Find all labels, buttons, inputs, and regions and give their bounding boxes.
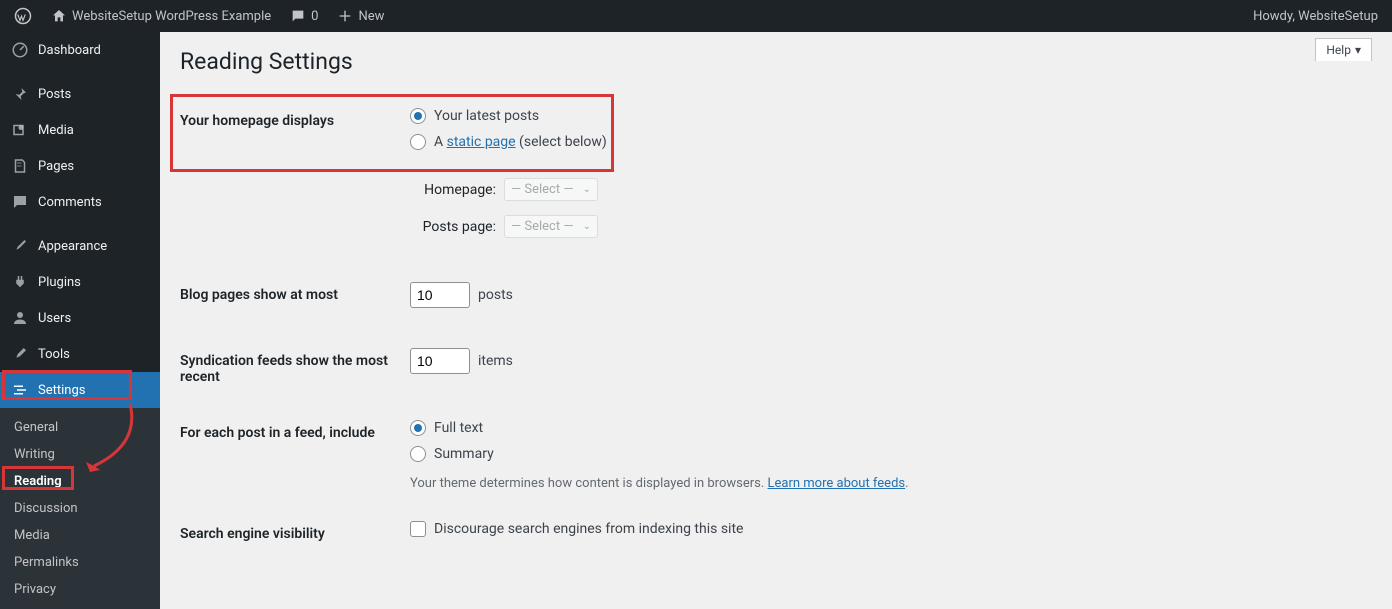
radio-full-text[interactable] — [410, 420, 426, 436]
plugin-icon — [10, 272, 30, 292]
homepage-select[interactable]: — Select — ⌄ — [504, 178, 598, 201]
feed-content-label: For each post in a feed, include — [180, 405, 400, 506]
new-label: New — [358, 9, 384, 24]
comment-icon — [10, 192, 30, 212]
sidebar-item-comments[interactable]: Comments — [0, 184, 160, 220]
feed-description: Your theme determines how content is dis… — [410, 476, 1362, 491]
comments-icon — [289, 7, 307, 25]
plus-icon — [336, 7, 354, 25]
homepage-displays-label: Your homepage displays — [180, 93, 400, 267]
sidebar-item-plugins[interactable]: Plugins — [0, 264, 160, 300]
tools-icon — [10, 344, 30, 364]
syndication-input[interactable] — [410, 348, 470, 374]
howdy-account[interactable]: Howdy, WebsiteSetup — [1247, 0, 1384, 32]
sidebar-item-label: Dashboard — [38, 43, 101, 58]
sidebar-item-pages[interactable]: Pages — [0, 148, 160, 184]
sidebar-item-label: Tools — [38, 347, 70, 362]
radio-full-text-label: Full text — [434, 420, 483, 436]
chevron-down-icon: ⌄ — [583, 221, 591, 232]
radio-latest-posts[interactable] — [410, 108, 426, 124]
sidebar-item-label: Appearance — [38, 239, 107, 254]
pages-icon — [10, 156, 30, 176]
content-area: Help ▾ Reading Settings Your homepage di… — [160, 32, 1392, 600]
submenu-permalinks[interactable]: Permalinks — [0, 549, 160, 576]
submenu-privacy[interactable]: Privacy — [0, 576, 160, 603]
blog-pages-label: Blog pages show at most — [180, 267, 400, 333]
discourage-checkbox[interactable] — [410, 521, 426, 537]
help-tab[interactable]: Help ▾ — [1315, 38, 1372, 61]
sidebar-item-users[interactable]: Users — [0, 300, 160, 336]
submenu-media[interactable]: Media — [0, 522, 160, 549]
radio-static-page-label: A static page (select below) — [434, 134, 607, 150]
site-link[interactable]: WebsiteSetup WordPress Example — [44, 0, 277, 32]
settings-submenu: General Writing Reading Discussion Media… — [0, 408, 160, 609]
help-label: Help — [1326, 43, 1351, 57]
postspage-select[interactable]: — Select — ⌄ — [504, 215, 598, 238]
site-title: WebsiteSetup WordPress Example — [72, 9, 271, 24]
sidebar-item-media[interactable]: Media — [0, 112, 160, 148]
postspage-select-label: Posts page: — [410, 219, 496, 235]
discourage-label: Discourage search engines from indexing … — [434, 521, 743, 537]
sidebar-item-label: Pages — [38, 159, 74, 174]
media-icon — [10, 120, 30, 140]
chevron-down-icon: ⌄ — [583, 184, 591, 195]
sidebar-item-dashboard[interactable]: Dashboard — [0, 32, 160, 68]
sidebar-item-tools[interactable]: Tools — [0, 336, 160, 372]
blog-pages-input[interactable] — [410, 282, 470, 308]
admin-sidebar: Dashboard Posts Media Pages Comments App… — [0, 32, 160, 600]
learn-more-feeds-link[interactable]: Learn more about feeds — [768, 476, 906, 491]
search-engine-label: Search engine visibility — [180, 506, 400, 562]
select-placeholder: — Select — — [511, 182, 573, 197]
users-icon — [10, 308, 30, 328]
new-link[interactable]: New — [330, 0, 390, 32]
submenu-discussion[interactable]: Discussion — [0, 495, 160, 522]
homepage-select-label: Homepage: — [410, 182, 496, 198]
radio-static-page[interactable] — [410, 134, 426, 150]
radio-summary-label: Summary — [434, 446, 494, 462]
sidebar-item-label: Media — [38, 123, 74, 138]
blog-pages-unit: posts — [478, 287, 513, 303]
sidebar-item-appearance[interactable]: Appearance — [0, 228, 160, 264]
syndication-unit: items — [478, 353, 513, 369]
page-title: Reading Settings — [180, 48, 1372, 75]
sidebar-item-label: Comments — [38, 195, 102, 210]
sidebar-item-label: Posts — [38, 87, 71, 102]
brush-icon — [10, 236, 30, 256]
sidebar-item-label: Users — [38, 311, 71, 326]
wp-logo[interactable] — [8, 0, 38, 32]
select-placeholder: — Select — — [511, 219, 573, 234]
syndication-label: Syndication feeds show the most recent — [180, 333, 400, 405]
settings-icon — [10, 380, 30, 400]
sidebar-item-posts[interactable]: Posts — [0, 76, 160, 112]
home-icon — [50, 7, 68, 25]
submenu-general[interactable]: General — [0, 414, 160, 441]
radio-latest-posts-label: Your latest posts — [434, 108, 539, 124]
comments-link[interactable]: 0 — [283, 0, 324, 32]
submenu-writing[interactable]: Writing — [0, 441, 160, 468]
sidebar-item-label: Settings — [38, 383, 85, 398]
sidebar-item-settings[interactable]: Settings — [0, 372, 160, 408]
chevron-down-icon: ▾ — [1355, 43, 1361, 57]
sidebar-item-label: Plugins — [38, 275, 81, 290]
wordpress-icon — [14, 7, 32, 25]
radio-summary[interactable] — [410, 446, 426, 462]
comments-count: 0 — [311, 9, 318, 24]
dashboard-icon — [10, 40, 30, 60]
settings-form: Your homepage displays Your latest posts… — [180, 93, 1372, 562]
static-page-link[interactable]: static page — [447, 134, 516, 150]
howdy-text: Howdy, WebsiteSetup — [1253, 9, 1378, 24]
admin-toolbar: WebsiteSetup WordPress Example 0 New How… — [0, 0, 1392, 32]
submenu-reading[interactable]: Reading — [0, 468, 160, 495]
pin-icon — [10, 84, 30, 104]
